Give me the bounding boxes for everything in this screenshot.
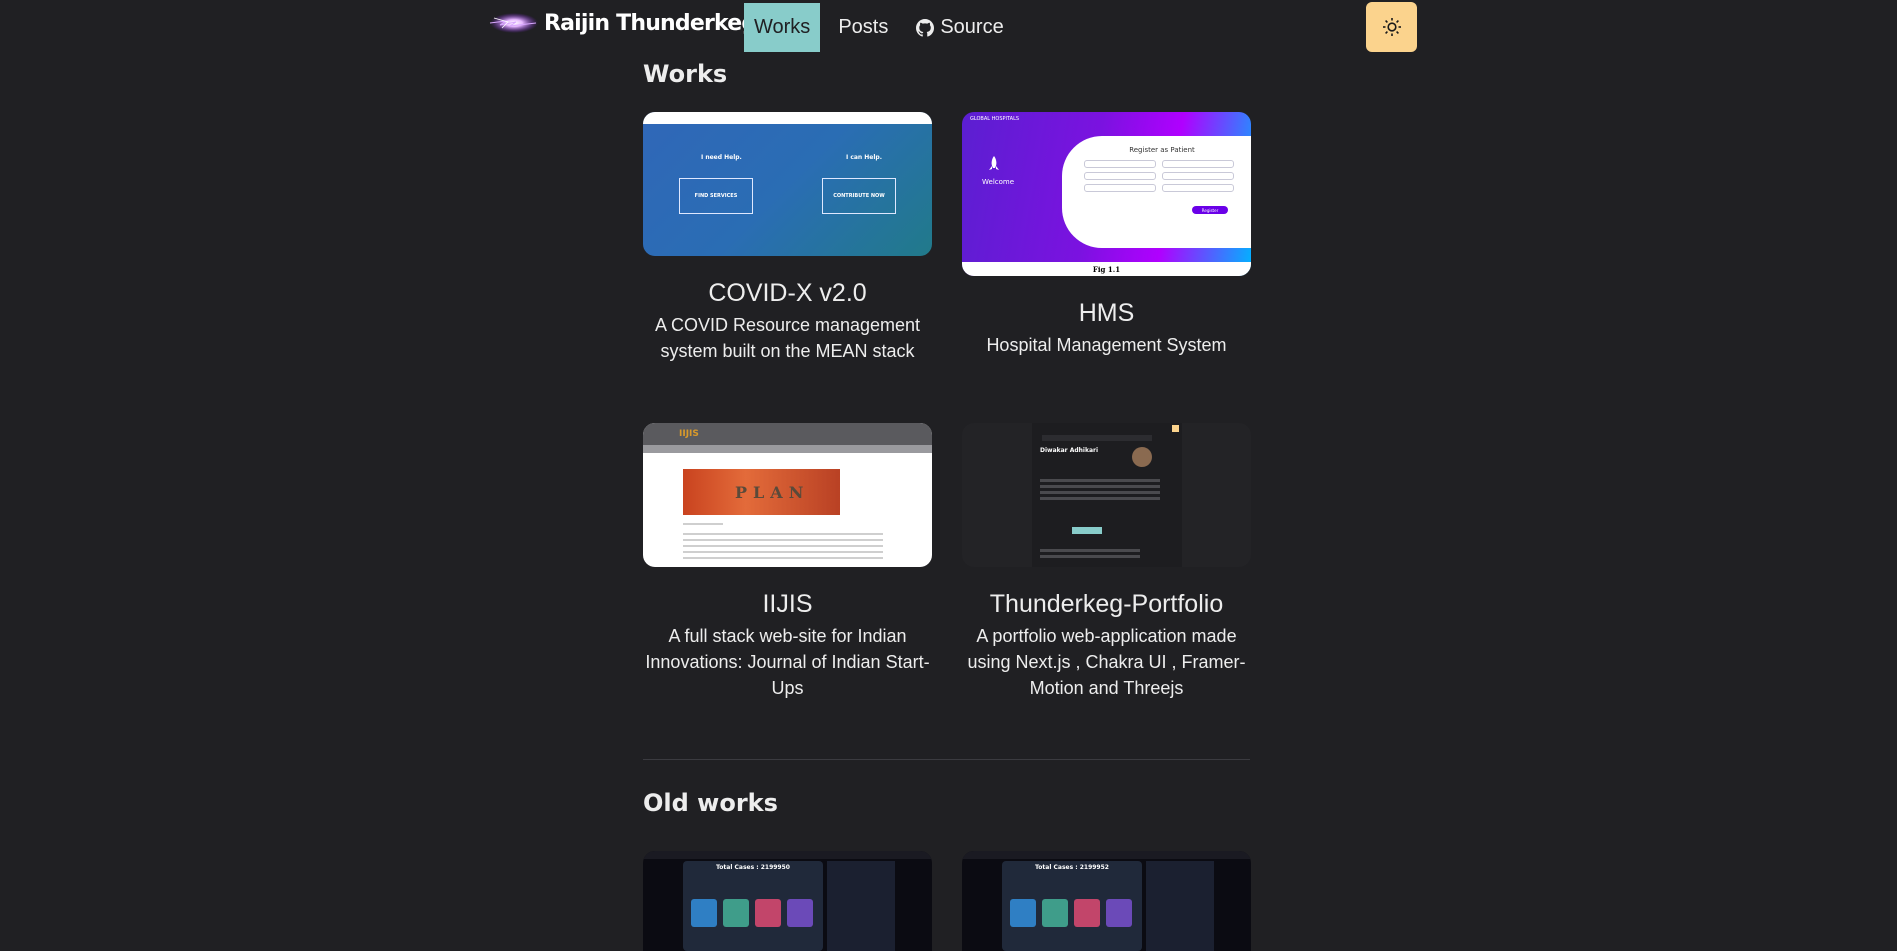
thumb-fig-caption: Fig 1.1 [962, 262, 1251, 276]
thumb-can-help-label: I can Help. [846, 154, 883, 161]
thumb-plan-word: PLAN [735, 483, 810, 502]
sun-icon [1382, 18, 1401, 36]
thumb-register-heading: Register as Patient [1129, 146, 1195, 154]
nav-link-source[interactable]: Source [906, 3, 1013, 52]
thumb-contribute-now: CONTRIBUTE NOW [822, 178, 896, 214]
thumb-need-help-label: I need Help. [701, 154, 742, 161]
works-heading: Works [643, 60, 728, 88]
work-card-description: A COVID Resource management system built… [654, 315, 921, 361]
old-work-thumbnail[interactable]: Total Cases : 2199950 [643, 851, 932, 951]
portfolio-thumbnail[interactable]: Diwakar Adhikari [962, 423, 1251, 567]
thumb-hospital-brand: GLOBAL HOSPITALS [970, 116, 1020, 122]
thumb-plan-image: PLAN [683, 469, 840, 515]
thumb-register-button: Register [1192, 206, 1228, 214]
nav-links: Works Posts Source [744, 3, 1022, 52]
github-icon [916, 18, 935, 37]
nav-link-works[interactable]: Works [744, 3, 821, 52]
work-card-covid-x[interactable]: I need Help. I can Help. FIND SERVICES C… [643, 112, 932, 364]
thumb-welcome-text: Welcome [982, 178, 1015, 186]
rocket-icon [989, 156, 999, 170]
old-work-card-1[interactable]: Total Cases : 2199950 [643, 851, 932, 951]
thumb-total-cases: Total Cases : 2199950 [716, 864, 790, 871]
thumb-iijis-logo: IIJIS [679, 429, 699, 439]
work-card-title: COVID-X v2.0 [708, 279, 867, 307]
thumb-total-cases: Total Cases : 2199952 [1035, 864, 1109, 871]
thumb-inner-page: Diwakar Adhikari [1032, 423, 1182, 567]
thumb-profile-name: Diwakar Adhikari [1040, 447, 1099, 454]
work-card-description: A full stack web-site for Indian Innovat… [645, 626, 930, 698]
thumb-navbar [643, 112, 932, 124]
thumb-theme-toggle [1172, 425, 1179, 432]
work-card-thunderkeg-portfolio[interactable]: Diwakar Adhikari Thunderkeg-Portfolio A … [962, 423, 1251, 701]
old-work-thumbnail[interactable]: Total Cases : 2199952 [962, 851, 1251, 951]
work-card-hms[interactable]: GLOBAL HOSPITALS Welcome Register as Pat… [962, 112, 1251, 358]
thumb-subheader [643, 445, 932, 453]
brand-name: Raijin Thunderkeg [544, 10, 757, 36]
navbar: Raijin Thunderkeg Works Posts Source [0, 0, 1897, 56]
thumb-find-services: FIND SERVICES [679, 178, 753, 214]
old-work-card-2[interactable]: Total Cases : 2199952 [962, 851, 1251, 951]
theme-toggle-button[interactable] [1366, 2, 1417, 52]
work-card-description: Hospital Management System [986, 335, 1227, 355]
thumb-header: IIJIS [643, 423, 932, 445]
covid-x-thumbnail[interactable]: I need Help. I can Help. FIND SERVICES C… [643, 112, 932, 256]
thumb-avatar [1132, 447, 1152, 467]
section-divider [643, 759, 1250, 760]
work-card-title: HMS [1078, 299, 1135, 327]
work-card-title: Thunderkeg-Portfolio [989, 590, 1224, 618]
lightning-orb-icon [489, 13, 538, 33]
thumb-register-panel: Register as Patient Register [1062, 136, 1251, 248]
nav-link-works-label: Works [754, 16, 811, 38]
nav-link-source-label: Source [940, 16, 1004, 38]
work-card-title: IIJIS [762, 590, 813, 618]
hms-thumbnail[interactable]: GLOBAL HOSPITALS Welcome Register as Pat… [962, 112, 1251, 276]
brand-logo[interactable]: Raijin Thunderkeg [486, 6, 757, 40]
nav-link-posts-label: Posts [838, 16, 889, 38]
work-card-description: A portfolio web-application made using N… [967, 626, 1246, 698]
iijis-thumbnail[interactable]: IIJIS PLAN [643, 423, 932, 567]
work-card-iijis[interactable]: IIJIS PLAN IIJIS A full stack web-site f… [643, 423, 932, 701]
nav-link-posts[interactable]: Posts [828, 3, 898, 52]
old-works-heading: Old works [643, 789, 778, 817]
